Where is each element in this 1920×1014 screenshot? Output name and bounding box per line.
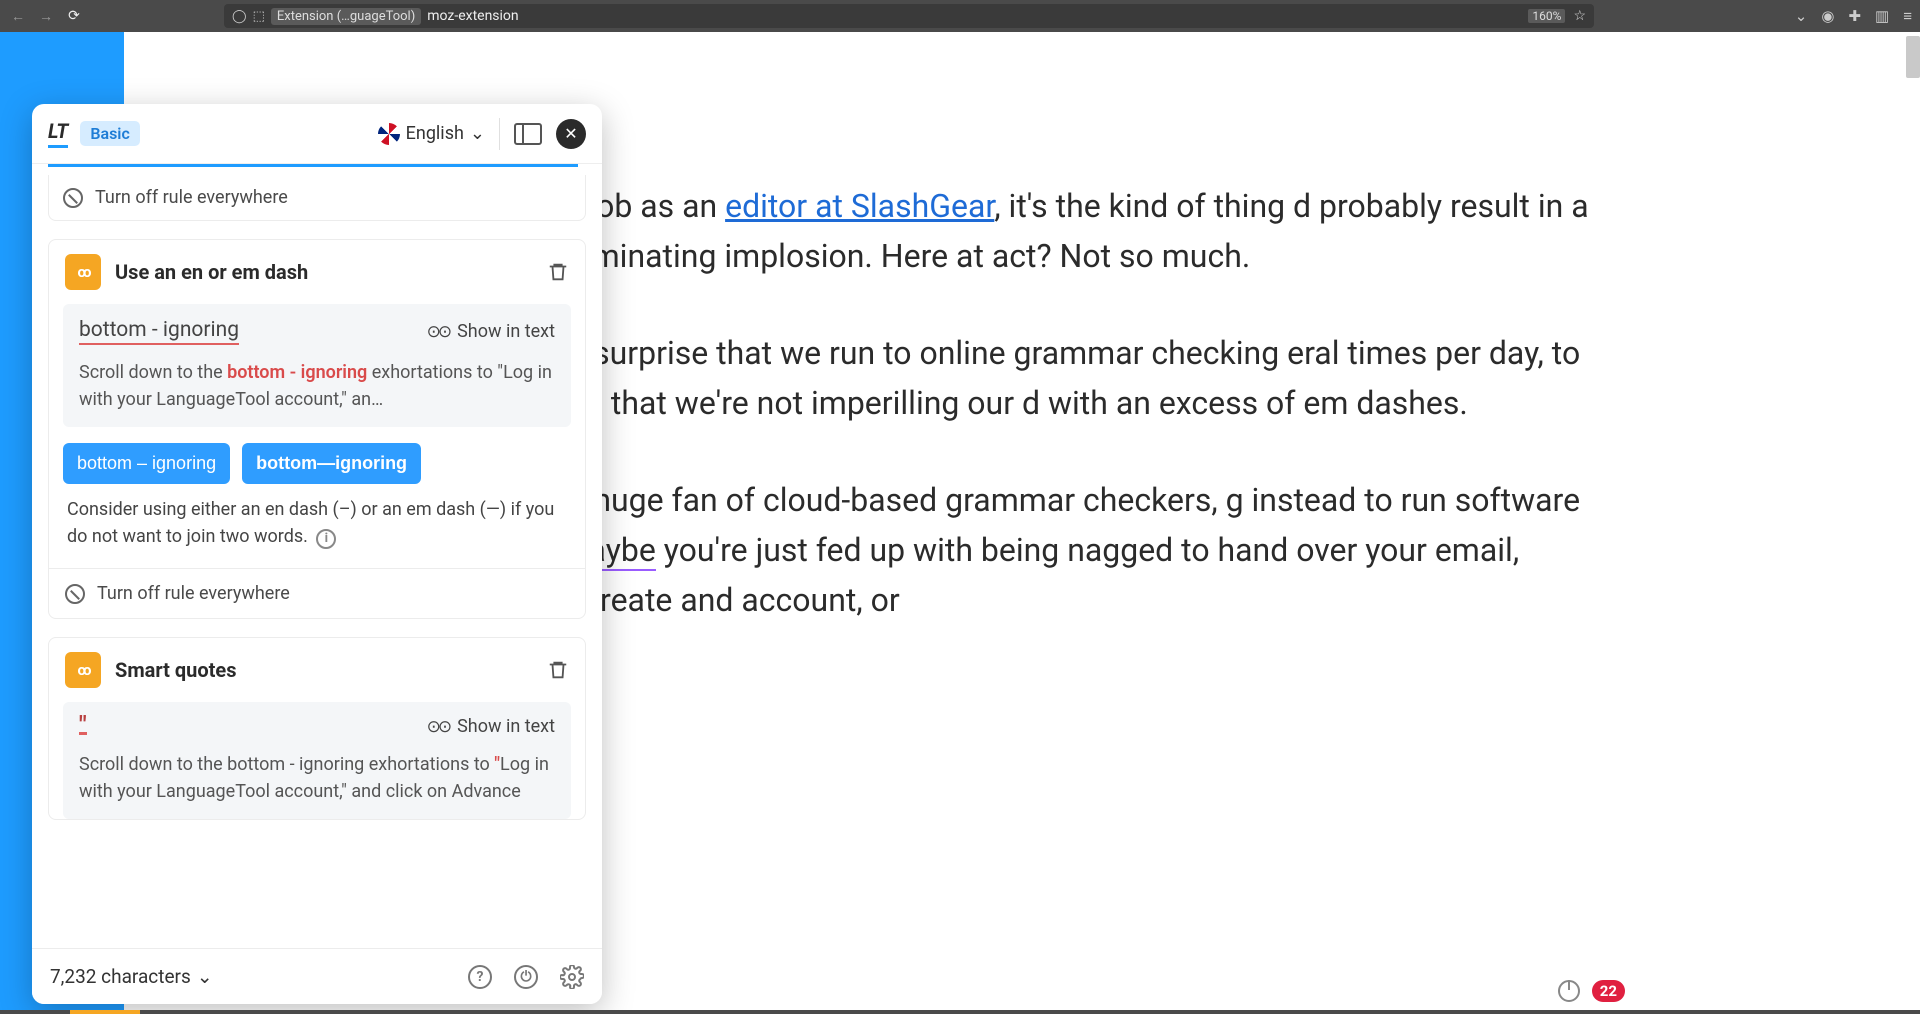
reload-button[interactable]: ⟳ <box>64 6 84 26</box>
turn-off-rule-button[interactable]: Turn off rule everywhere <box>48 175 586 221</box>
loading-indicator <box>70 1010 140 1014</box>
rule-category-badge: oo <box>65 652 101 688</box>
power-icon[interactable]: ⏻ <box>514 965 538 989</box>
binoculars-icon: ⊙⊙ <box>427 322 450 342</box>
turn-off-rule-button[interactable]: Turn off rule everywhere <box>49 568 585 618</box>
context-sentence: Scroll down to the bottom - ignoring exh… <box>79 751 555 805</box>
zoom-level[interactable]: 160% <box>1528 9 1565 23</box>
inline-status: 22 <box>1558 980 1625 1002</box>
rule-category-badge: oo <box>65 254 101 290</box>
extension-chip: Extension (…guageTool) <box>271 8 421 25</box>
context-highlight: bottom - ignoring <box>227 362 367 383</box>
sidebar-toggle-icon[interactable] <box>514 123 542 145</box>
card-header: oo Smart quotes <box>49 638 585 702</box>
article-paragraph: uld be no surprise that we run to online… <box>455 329 1595 428</box>
toolbar-right: ⌄ ◉ ✚ ▥ ≡ <box>1795 7 1912 25</box>
lt-results-list[interactable]: Turn off rule everywhere oo Use an en or… <box>32 167 602 948</box>
issue-card-dash: oo Use an en or em dash bottom - ignorin… <box>48 239 586 619</box>
url-text: moz-extension <box>427 8 518 24</box>
context-box: bottom - ignoring ⊙⊙ Show in text Scroll… <box>63 304 571 427</box>
ban-icon <box>63 188 83 208</box>
rule-title: Smart quotes <box>115 658 237 682</box>
nav-controls: ← → ⟳ <box>8 6 84 26</box>
account-icon[interactable]: ◉ <box>1821 7 1834 25</box>
extensions-icon[interactable]: ✚ <box>1848 7 1861 25</box>
show-in-text-button[interactable]: ⊙⊙ Show in text <box>427 321 555 342</box>
separator <box>499 118 500 150</box>
chevron-down-icon: ⌄ <box>197 965 213 988</box>
context-box: " ⊙⊙ Show in text Scroll down to the bot… <box>63 702 571 819</box>
issue-count-badge[interactable]: 22 <box>1592 980 1625 1002</box>
turn-off-label: Turn off rule everywhere <box>97 583 290 604</box>
lt-header: LT Basic English ⌄ ✕ <box>32 104 602 164</box>
help-icon[interactable]: ? <box>468 965 492 989</box>
issue-card-smart-quotes: oo Smart quotes " ⊙⊙ Show in text <box>48 637 586 820</box>
dismiss-icon[interactable] <box>547 658 569 682</box>
article-paragraph: iter's day job as an editor at SlashGear… <box>455 182 1595 281</box>
rule-description: Consider using either an en dash (–) or … <box>49 492 585 568</box>
shield-icon: ◯ <box>232 9 247 24</box>
settings-icon[interactable] <box>560 965 584 989</box>
context-text: Scroll down to the <box>79 362 227 383</box>
character-count[interactable]: 7,232 characters ⌄ <box>50 965 213 988</box>
address-bar[interactable]: ◯ ⬚ Extension (…guageTool) moz-extension… <box>224 4 1594 28</box>
language-selector[interactable]: English ⌄ <box>378 123 485 145</box>
article-body: iter's day job as an editor at SlashGear… <box>455 182 1595 673</box>
context-text: Scroll down to the bottom - ignoring exh… <box>79 754 494 775</box>
bookmark-star-icon[interactable]: ☆ <box>1573 8 1586 24</box>
context-sentence: Scroll down to the bottom - ignoring exh… <box>79 359 555 413</box>
flag-uk-icon <box>378 123 400 145</box>
lt-footer: 7,232 characters ⌄ ? ⏻ <box>32 948 602 1004</box>
forward-button[interactable]: → <box>36 6 56 26</box>
language-label: English <box>406 123 464 144</box>
lt-logo: LT <box>48 119 68 148</box>
bottom-strip <box>0 1010 1920 1014</box>
card-header: oo Use an en or em dash <box>49 240 585 304</box>
rule-title: Use an en or em dash <box>115 260 308 284</box>
show-in-text-label: Show in text <box>457 716 555 737</box>
browser-toolbar: ← → ⟳ ◯ ⬚ Extension (…guageTool) moz-ext… <box>0 0 1920 32</box>
vertical-scrollbar[interactable] <box>1906 36 1920 78</box>
dismiss-icon[interactable] <box>547 260 569 284</box>
suggestions-row: bottom – ignoring bottom—ignoring <box>49 427 585 492</box>
ban-icon <box>65 584 85 604</box>
plan-badge[interactable]: Basic <box>80 121 139 146</box>
show-in-text-button[interactable]: ⊙⊙ Show in text <box>427 716 555 737</box>
article-text <box>656 531 664 569</box>
menu-icon[interactable]: ≡ <box>1903 7 1912 25</box>
chevron-down-icon: ⌄ <box>470 123 485 144</box>
show-in-text-label: Show in text <box>457 321 555 342</box>
info-icon[interactable]: i <box>316 529 336 549</box>
extension-icon: ⬚ <box>253 9 265 24</box>
article-link-slashgear[interactable]: editor at SlashGear <box>725 187 994 225</box>
binoculars-icon: ⊙⊙ <box>427 717 450 737</box>
back-button[interactable]: ← <box>8 6 28 26</box>
article-paragraph: u're not a huge fan of cloud-based gramm… <box>455 476 1595 625</box>
library-icon[interactable]: ▥ <box>1875 7 1889 25</box>
page-content: iter's day job as an editor at SlashGear… <box>0 32 1920 1014</box>
suggestion-button[interactable]: bottom—ignoring <box>242 443 421 484</box>
languagetool-panel: LT Basic English ⌄ ✕ Turn off rule every… <box>32 104 602 1004</box>
error-snippet: " <box>79 718 87 735</box>
turn-off-label: Turn off rule everywhere <box>95 187 288 208</box>
pocket-icon[interactable]: ⌄ <box>1795 7 1808 25</box>
power-toggle-icon[interactable] <box>1558 980 1580 1002</box>
close-button[interactable]: ✕ <box>556 119 586 149</box>
suggestion-button[interactable]: bottom – ignoring <box>63 443 230 484</box>
character-count-text: 7,232 characters <box>50 965 191 988</box>
rule-description-text: Consider using either an en dash (–) or … <box>67 499 554 547</box>
error-snippet: bottom - ignoring <box>79 318 239 345</box>
